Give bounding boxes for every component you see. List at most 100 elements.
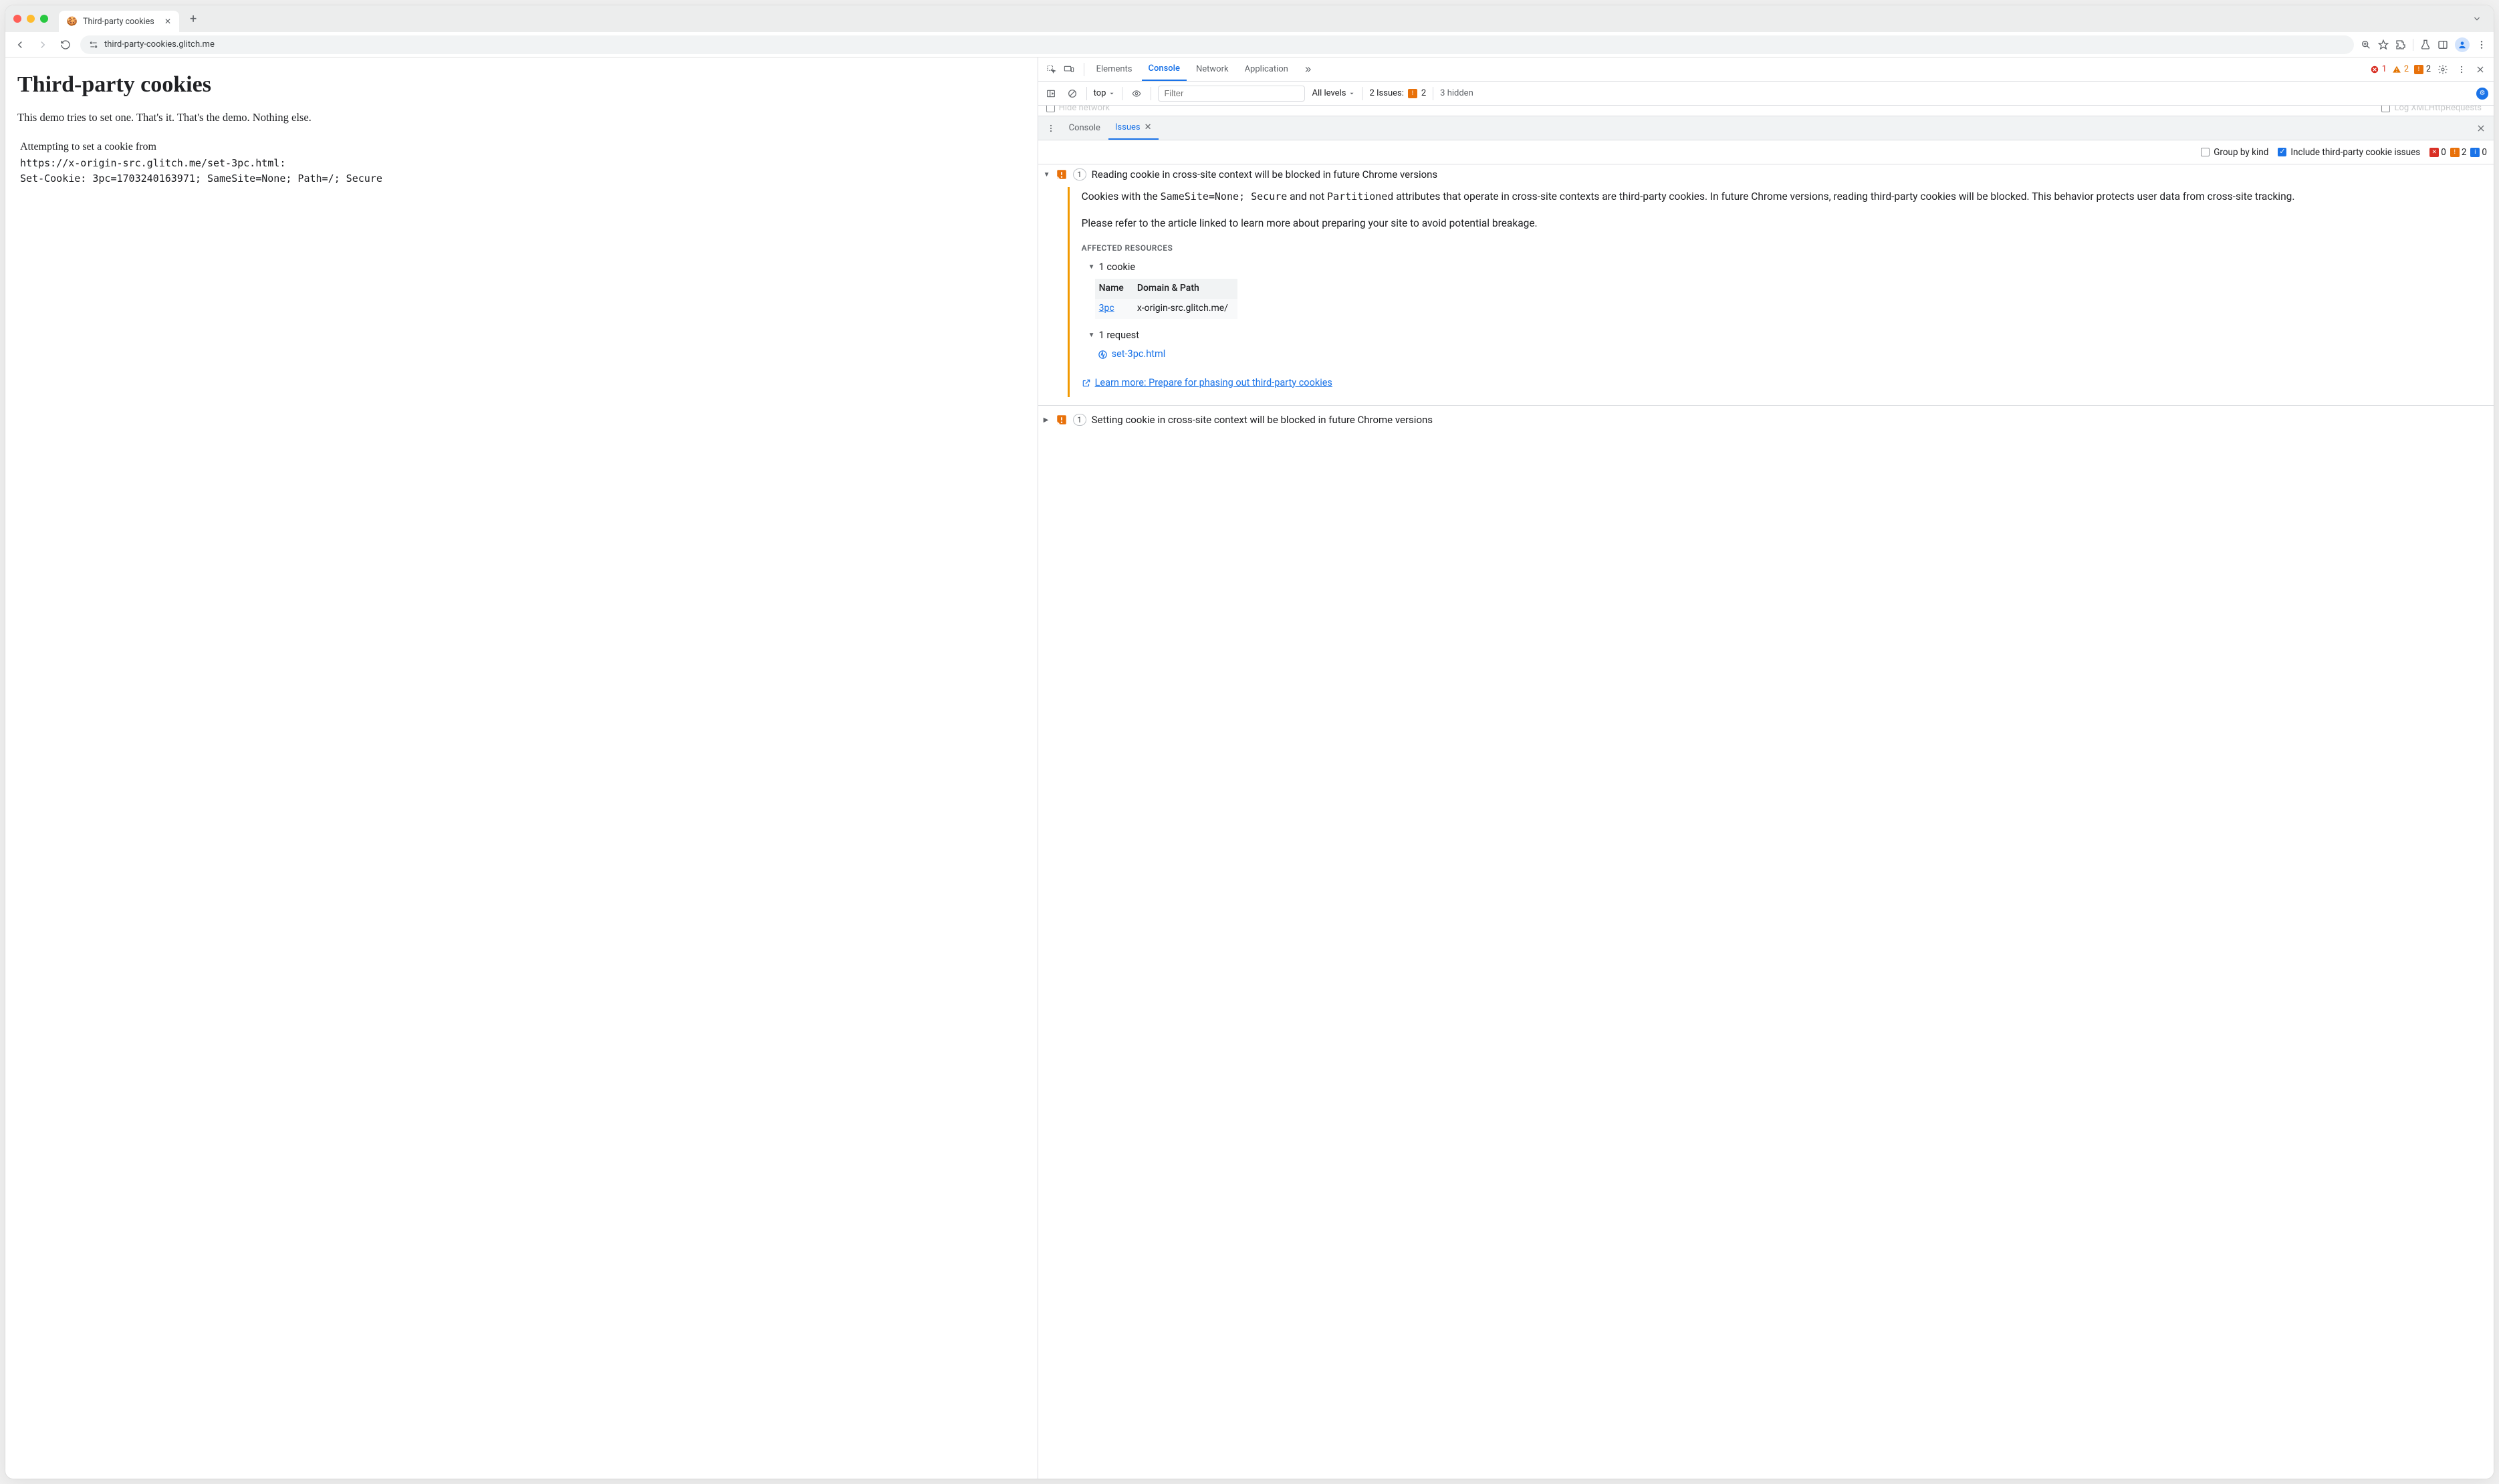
console-settings-icon[interactable]: ⚙ (2476, 88, 2488, 100)
zoom-icon[interactable] (2361, 39, 2371, 50)
cookie-domain: x-origin-src.glitch.me/ (1133, 299, 1237, 319)
filter-input[interactable] (1158, 86, 1305, 102)
issue-title: Reading cookie in cross-site context wil… (1092, 168, 1438, 180)
request-link[interactable]: set-3pc.html (1098, 347, 2483, 362)
toolbar-actions (2361, 37, 2487, 52)
tab-elements[interactable]: Elements (1090, 57, 1139, 81)
device-toggle-icon[interactable] (1062, 63, 1076, 76)
learn-more-link[interactable]: Learn more: Prepare for phasing out thir… (1082, 376, 2483, 390)
bookmark-icon[interactable] (2378, 39, 2389, 50)
issue-kind-counts: ✕0 !2 i0 (2429, 147, 2487, 158)
issue-header[interactable]: ▶ 1 Setting cookie in cross-site context… (1044, 414, 2487, 426)
side-panel-icon[interactable] (2437, 39, 2448, 50)
tab-application[interactable]: Application (1238, 57, 1295, 81)
close-devtools-icon[interactable] (2474, 63, 2487, 76)
issue-body: Cookies with the SameSite=None; Secure a… (1068, 187, 2487, 397)
url-text: third-party-cookies.glitch.me (104, 39, 215, 49)
issues-toolbar: Group by kind Include third-party cookie… (1038, 140, 2494, 164)
close-drawer-icon[interactable] (2471, 124, 2491, 133)
levels-selector[interactable]: All levels (1312, 88, 1355, 98)
breaking-icon: ! (2414, 65, 2423, 74)
chrome-menu-icon[interactable] (2476, 39, 2487, 50)
forward-button[interactable] (35, 37, 51, 53)
error-count[interactable]: 1 (2370, 64, 2387, 74)
issue-count: 1 (1073, 414, 1086, 426)
warning-count[interactable]: 2 (2392, 64, 2409, 74)
inspect-icon[interactable] (1045, 63, 1058, 76)
tabs-overflow-icon[interactable] (1298, 65, 1318, 74)
settings-gear-icon[interactable] (2436, 63, 2450, 76)
back-button[interactable] (12, 37, 28, 53)
expand-toggle-icon[interactable]: ▼ (1044, 171, 1050, 178)
drawer-tab-issues[interactable]: Issues ✕ (1108, 116, 1159, 140)
attempt-line: Attempting to set a cookie from (20, 139, 1024, 156)
site-settings-icon[interactable] (88, 39, 99, 50)
col-domain: Domain & Path (1133, 279, 1237, 299)
issue-item: ▼ 1 Reading cookie in cross-site context… (1038, 164, 2494, 410)
tab-title: Third-party cookies (83, 17, 154, 27)
breaking-icon: ! (1408, 89, 1417, 98)
labs-icon[interactable] (2420, 39, 2431, 50)
drawer-tab-console[interactable]: Console (1062, 116, 1107, 140)
close-issues-tab-icon[interactable]: ✕ (1145, 122, 1152, 132)
toggle-sidebar-icon[interactable] (1044, 86, 1058, 101)
breaking-count[interactable]: ! 2 (2414, 64, 2431, 74)
page-title: Third-party cookies (17, 72, 1024, 98)
minimize-window-icon[interactable] (27, 15, 35, 23)
set-cookie-line: Set-Cookie: 3pc=1703240163971; SameSite=… (20, 171, 1024, 187)
reload-button[interactable] (57, 37, 74, 53)
info-badge-icon: i (2470, 148, 2480, 157)
attempt-url: https://x-origin-src.glitch.me/set-3pc.h… (20, 156, 1024, 171)
drawer-menu-icon[interactable] (1041, 123, 1061, 134)
issues-summary[interactable]: 2 Issues: ! 2 (1369, 88, 1426, 98)
group-by-kind-checkbox[interactable]: Group by kind (2201, 147, 2268, 158)
col-name: Name (1095, 279, 1133, 299)
issue-header[interactable]: ▼ 1 Reading cookie in cross-site context… (1044, 168, 2487, 180)
devtools-panel: Elements Console Network Application 1 2 (1038, 57, 2494, 1479)
breaking-change-icon (1056, 168, 1068, 180)
affected-resources-heading: AFFECTED RESOURCES (1082, 242, 2483, 255)
maximize-window-icon[interactable] (40, 15, 48, 23)
profile-avatar[interactable] (2455, 37, 2470, 52)
favicon-cookie-icon: 🍪 (67, 16, 78, 27)
browser-tab[interactable]: 🍪 Third-party cookies ✕ (59, 11, 179, 32)
close-tab-icon[interactable]: ✕ (164, 17, 171, 26)
devtools-tabs: Elements Console Network Application 1 2 (1038, 57, 2494, 82)
live-expression-icon[interactable] (1129, 86, 1144, 101)
breaking-badge-icon: ! (2450, 148, 2460, 157)
page-intro: This demo tries to set one. That's it. T… (17, 111, 1024, 124)
hide-network-checkbox[interactable] (1046, 106, 1055, 112)
console-settings-row: Hide network Log XMLHttpRequests (1038, 106, 2494, 116)
tab-network[interactable]: Network (1189, 57, 1235, 81)
tab-console[interactable]: Console (1142, 57, 1187, 81)
affected-cookies-table: Name Domain & Path 3pc x-origin-src.glit… (1095, 279, 1237, 318)
requests-toggle[interactable]: ▼ 1 request (1088, 328, 2483, 343)
console-toolbar: top All levels 2 Issues: ! 2 3 (1038, 82, 2494, 106)
address-bar[interactable]: third-party-cookies.glitch.me (80, 35, 2354, 54)
expand-toggle-icon[interactable]: ▶ (1044, 416, 1050, 424)
log-xhr-checkbox[interactable] (2381, 106, 2390, 112)
browser-window: 🍪 Third-party cookies ✕ + third-party-co… (5, 5, 2494, 1479)
titlebar: 🍪 Third-party cookies ✕ + (5, 5, 2494, 32)
page-content: Third-party cookies This demo tries to s… (5, 57, 1038, 1479)
hidden-count[interactable]: 3 hidden (1440, 88, 1473, 98)
issue-title: Setting cookie in cross-site context wil… (1092, 414, 1433, 426)
extensions-icon[interactable] (2395, 39, 2406, 50)
tabs-dropdown-icon[interactable] (2468, 14, 2486, 23)
attempt-block: Attempting to set a cookie from https://… (20, 139, 1024, 187)
include-3p-checkbox[interactable]: Include third-party cookie issues (2278, 147, 2420, 158)
cookies-toggle[interactable]: ▼ 1 cookie (1088, 260, 2483, 275)
issue-item: ▶ 1 Setting cookie in cross-site context… (1038, 410, 2494, 430)
breaking-change-icon (1056, 414, 1068, 426)
context-selector[interactable]: top (1094, 88, 1116, 98)
cookie-name-link[interactable]: 3pc (1099, 303, 1114, 314)
more-menu-icon[interactable] (2455, 63, 2468, 76)
close-window-icon[interactable] (13, 15, 21, 23)
nav-toolbar: third-party-cookies.glitch.me (5, 32, 2494, 57)
drawer-tabs: Console Issues ✕ (1038, 116, 2494, 140)
issue-count: 1 (1073, 168, 1086, 180)
clear-console-icon[interactable] (1065, 86, 1080, 101)
window-controls (13, 15, 48, 23)
issues-list: ▼ 1 Reading cookie in cross-site context… (1038, 164, 2494, 1479)
new-tab-button[interactable]: + (185, 12, 202, 26)
